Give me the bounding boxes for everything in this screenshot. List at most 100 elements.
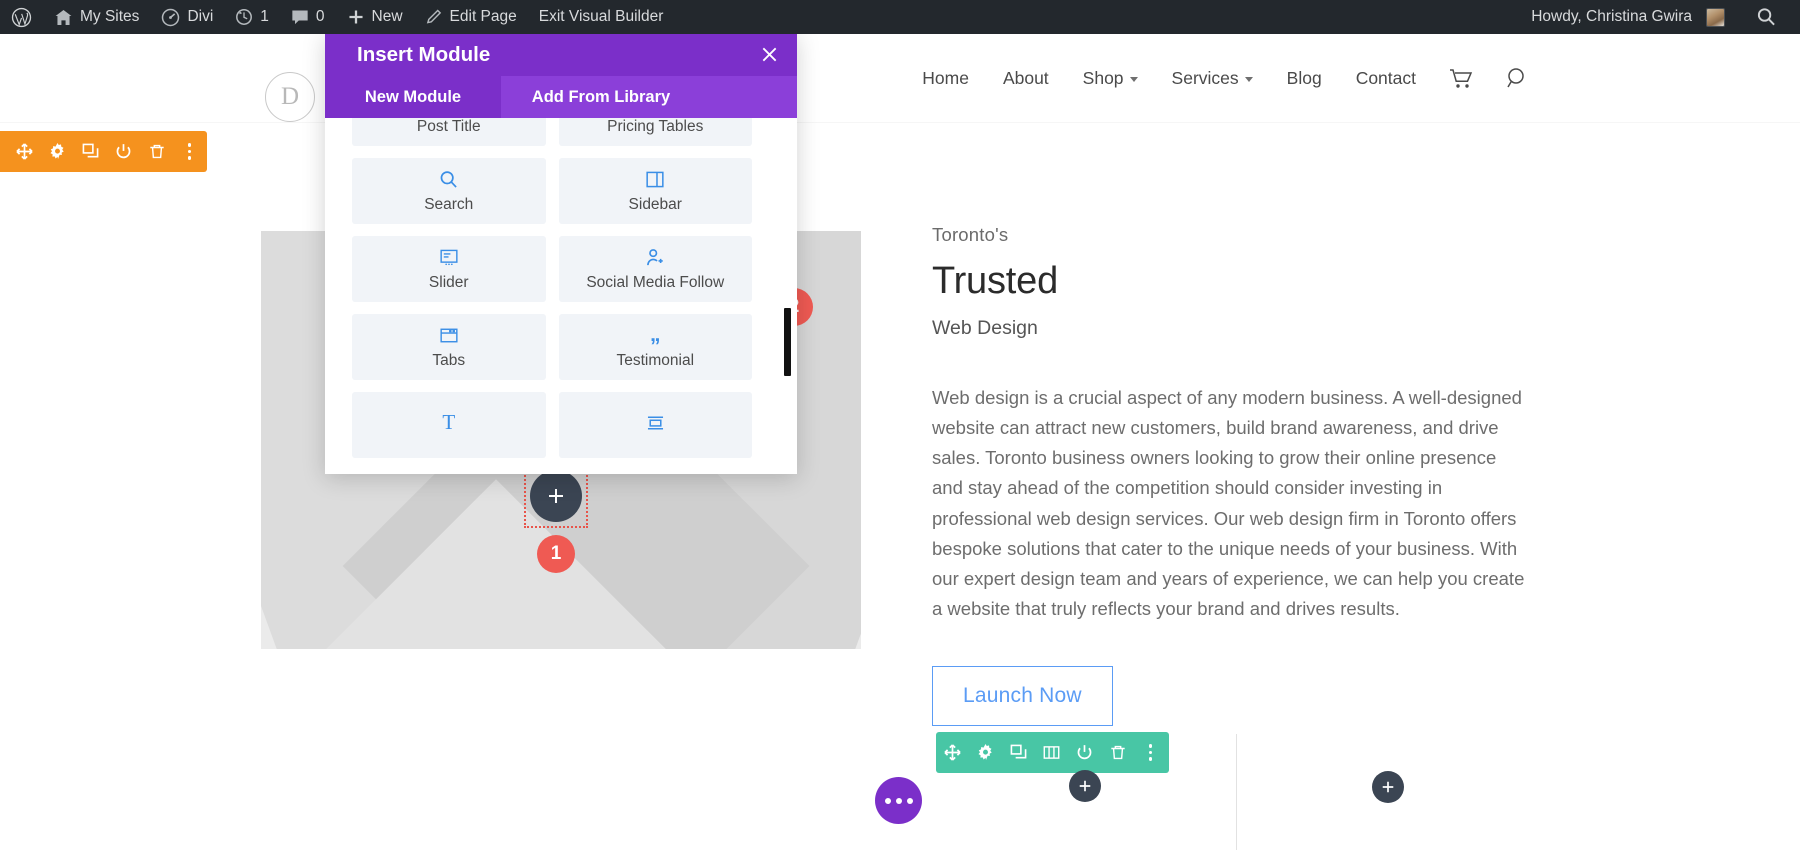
main-navigation: Home About Shop Services Blog Contact bbox=[905, 34, 1545, 122]
ab-item-divi[interactable]: Divi bbox=[150, 0, 224, 34]
module-settings-toolbar[interactable] bbox=[936, 732, 1169, 773]
hero-title: Trusted bbox=[932, 260, 1552, 303]
admin-bar-right: Howdy, Christina Gwira bbox=[1520, 0, 1800, 34]
close-icon[interactable] bbox=[760, 45, 779, 64]
insert-module-modal: Insert Module New Module Add From Librar… bbox=[325, 33, 797, 474]
module-grid: Post Title Pricing Tables bbox=[352, 118, 752, 458]
module-card-post-title[interactable]: Post Title bbox=[352, 118, 546, 146]
wp-admin-bar: My Sites Divi 1 0 bbox=[0, 0, 1800, 34]
wordpress-logo-icon[interactable] bbox=[0, 0, 43, 34]
ab-item-label: Edit Page bbox=[450, 8, 517, 26]
module-card-pricing-tables[interactable]: Pricing Tables bbox=[559, 118, 753, 146]
column-divider bbox=[1236, 734, 1237, 850]
add-row-button[interactable] bbox=[1069, 770, 1101, 802]
launch-now-button[interactable]: Launch Now bbox=[932, 666, 1113, 726]
search-icon[interactable] bbox=[1490, 67, 1545, 90]
modal-tabs: New Module Add From Library bbox=[325, 76, 797, 118]
add-module-right-button[interactable] bbox=[1372, 771, 1404, 803]
module-card-label: Tabs bbox=[432, 352, 465, 370]
ab-item-edit-page[interactable]: Edit Page bbox=[414, 0, 528, 34]
search-icon[interactable] bbox=[1740, 7, 1786, 27]
trash-icon[interactable] bbox=[140, 131, 173, 172]
annotation-badge-1: 1 bbox=[537, 535, 575, 573]
module-card-label: Sidebar bbox=[629, 196, 682, 214]
site-header: D Home About Shop Services Blog Contact bbox=[0, 34, 1800, 122]
ab-item-label: My Sites bbox=[80, 8, 139, 26]
module-card-tabs[interactable]: Tabs bbox=[352, 314, 546, 380]
nav-item-home[interactable]: Home bbox=[905, 68, 986, 89]
module-card-social-media-follow[interactable]: Social Media Follow bbox=[559, 236, 753, 302]
greeting-label: Howdy, Christina Gwira bbox=[1531, 8, 1692, 26]
module-card-slider[interactable]: Slider bbox=[352, 236, 546, 302]
hero-eyebrow: Toronto's bbox=[932, 224, 1552, 246]
row-settings-toolbar[interactable] bbox=[0, 131, 207, 172]
trash-icon[interactable] bbox=[1101, 732, 1134, 773]
nav-item-label: Contact bbox=[1356, 68, 1416, 89]
quote-glyph: „ bbox=[650, 326, 661, 345]
add-module-button[interactable] bbox=[530, 470, 582, 522]
module-card-text[interactable]: T bbox=[352, 392, 546, 458]
module-card-label: Post Title bbox=[417, 118, 481, 136]
duplicate-icon[interactable] bbox=[1002, 732, 1035, 773]
modal-scrollbar-thumb[interactable] bbox=[784, 308, 791, 376]
page-settings-button[interactable] bbox=[875, 777, 922, 824]
ab-item-label: New bbox=[372, 8, 403, 26]
tab-new-module[interactable]: New Module bbox=[325, 76, 501, 118]
nav-item-shop[interactable]: Shop bbox=[1066, 68, 1155, 89]
nav-item-services[interactable]: Services bbox=[1155, 68, 1270, 89]
module-card-toggle[interactable] bbox=[559, 392, 753, 458]
page-content: Toronto's Trusted Web Design Web design … bbox=[0, 122, 1800, 850]
ab-item-comments[interactable]: 0 bbox=[280, 0, 336, 34]
dot bbox=[885, 798, 891, 804]
kebab-icon[interactable] bbox=[1134, 732, 1167, 773]
gear-icon[interactable] bbox=[41, 131, 74, 172]
module-card-sidebar[interactable]: Sidebar bbox=[559, 158, 753, 224]
gear-icon[interactable] bbox=[969, 732, 1002, 773]
module-card-label: Slider bbox=[429, 274, 469, 292]
avatar bbox=[1706, 8, 1725, 27]
ab-item-label: Exit Visual Builder bbox=[539, 8, 664, 26]
ab-item-updates[interactable]: 1 bbox=[224, 0, 280, 34]
account-menu[interactable]: Howdy, Christina Gwira bbox=[1520, 0, 1736, 34]
ab-item-exit-visual-builder[interactable]: Exit Visual Builder bbox=[528, 0, 675, 34]
ab-item-new[interactable]: New bbox=[336, 0, 414, 34]
visual-builder-screen: D Home About Shop Services Blog Contact bbox=[0, 0, 1800, 850]
ab-item-label: 0 bbox=[316, 8, 325, 26]
modal-title: Insert Module bbox=[357, 43, 490, 67]
module-card-testimonial[interactable]: „ Testimonial bbox=[559, 314, 753, 380]
nav-item-contact[interactable]: Contact bbox=[1339, 68, 1433, 89]
hero-body-text: Web design is a crucial aspect of any mo… bbox=[932, 383, 1532, 624]
module-card-label: Social Media Follow bbox=[586, 274, 724, 292]
modal-scrollbar-track[interactable] bbox=[784, 124, 791, 468]
site-logo[interactable]: D bbox=[265, 72, 315, 122]
text-glyph: T bbox=[442, 412, 455, 433]
quote-icon: „ bbox=[650, 325, 661, 347]
nav-item-label: Blog bbox=[1287, 68, 1322, 89]
duplicate-icon[interactable] bbox=[74, 131, 107, 172]
power-icon[interactable] bbox=[1068, 732, 1101, 773]
search-icon bbox=[439, 169, 458, 191]
nav-item-about[interactable]: About bbox=[986, 68, 1066, 89]
shopping-cart-icon[interactable] bbox=[1433, 68, 1490, 89]
site-logo-letter: D bbox=[265, 72, 315, 122]
columns-icon[interactable] bbox=[1035, 732, 1068, 773]
dot bbox=[907, 798, 913, 804]
chevron-down-icon bbox=[1245, 77, 1253, 82]
kebab-icon[interactable] bbox=[173, 131, 206, 172]
ab-item-label: 1 bbox=[260, 8, 269, 26]
nav-item-label: Home bbox=[922, 68, 969, 89]
toggle-icon bbox=[646, 412, 665, 434]
hero-copy: Toronto's Trusted Web Design Web design … bbox=[932, 224, 1552, 726]
nav-item-blog[interactable]: Blog bbox=[1270, 68, 1339, 89]
module-card-search[interactable]: Search bbox=[352, 158, 546, 224]
social-media-follow-icon bbox=[646, 247, 665, 269]
tab-add-from-library[interactable]: Add From Library bbox=[501, 76, 701, 118]
move-icon[interactable] bbox=[936, 732, 969, 773]
hero-subtitle: Web Design bbox=[932, 317, 1552, 340]
power-icon[interactable] bbox=[107, 131, 140, 172]
ab-item-label: Divi bbox=[187, 8, 213, 26]
move-icon[interactable] bbox=[8, 131, 41, 172]
ab-item-my-sites[interactable]: My Sites bbox=[43, 0, 150, 34]
tabs-icon bbox=[440, 325, 458, 347]
slider-icon bbox=[440, 247, 458, 269]
